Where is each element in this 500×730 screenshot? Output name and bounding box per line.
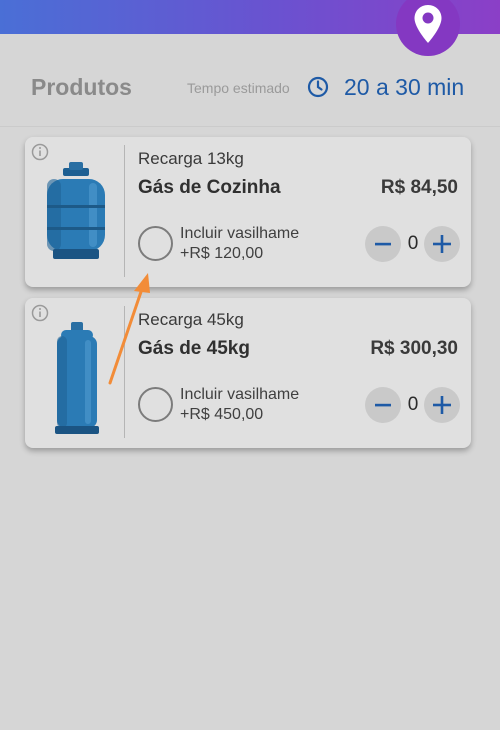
include-cylinder-radio[interactable] [138, 387, 173, 422]
product-price: R$ 300,30 [370, 338, 458, 359]
decrease-button[interactable] [365, 387, 401, 423]
option-price: +R$ 120,00 [180, 245, 264, 262]
page-title: Produtos [31, 74, 132, 100]
include-cylinder-label: Incluir vasilhame +R$ 120,00 [180, 224, 299, 264]
product-name: Gás de Cozinha [138, 177, 281, 198]
quantity-stepper: 0 [365, 226, 461, 262]
include-cylinder-radio[interactable] [138, 226, 173, 261]
plus-icon [433, 396, 451, 414]
card-divider [124, 145, 125, 277]
gas-cylinder-13kg-image [47, 162, 105, 259]
product-card[interactable]: Recarga 13kg Gás de Cozinha R$ 84,50 Inc… [25, 137, 471, 287]
quantity-stepper: 0 [365, 387, 461, 423]
include-cylinder-label: Incluir vasilhame +R$ 450,00 [180, 385, 299, 425]
eta-label: Tempo estimado [187, 80, 290, 96]
annotation-arrow-icon [108, 273, 150, 385]
product-subtitle: Recarga 13kg [138, 149, 244, 168]
plus-icon [433, 235, 451, 253]
minus-icon [375, 242, 391, 246]
product-price: R$ 84,50 [380, 177, 458, 198]
option-label: Incluir vasilhame [180, 386, 300, 403]
clock-icon [307, 76, 329, 98]
product-card[interactable]: Recarga 45kg Gás de 45kg R$ 300,30 Inclu… [25, 298, 471, 448]
header: Produtos Tempo estimado 20 a 30 min [0, 66, 500, 110]
location-pin-icon [414, 5, 442, 43]
quantity-value: 0 [407, 233, 419, 254]
quantity-value: 0 [407, 394, 419, 415]
minus-icon [375, 403, 391, 407]
option-price: +R$ 450,00 [180, 406, 264, 423]
eta-value: 20 a 30 min [344, 74, 465, 100]
decrease-button[interactable] [365, 226, 401, 262]
increase-button[interactable] [424, 226, 460, 262]
header-divider [0, 126, 500, 127]
option-label: Incluir vasilhame [180, 225, 300, 242]
increase-button[interactable] [424, 387, 460, 423]
location-button[interactable] [396, 0, 460, 56]
